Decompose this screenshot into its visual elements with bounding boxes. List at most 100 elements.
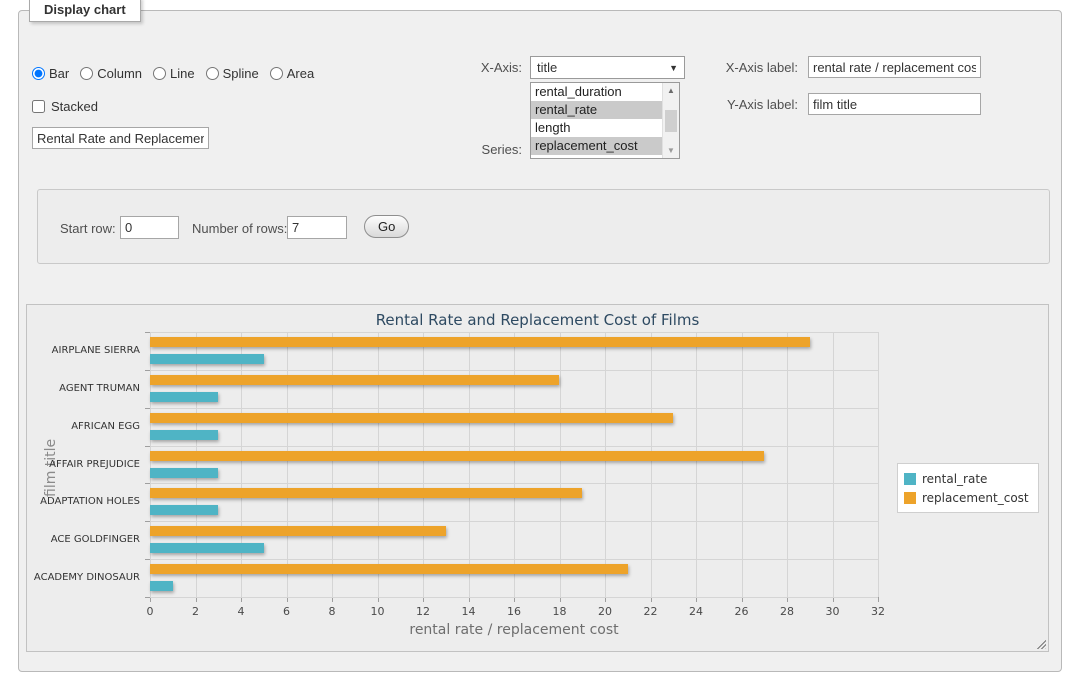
rows-panel: Start row: Number of rows: Go	[37, 189, 1050, 264]
x-tick-label: 30	[826, 605, 840, 618]
scrollbar-thumb[interactable]	[665, 110, 677, 132]
x-axis-select-label: X-Axis:	[449, 60, 522, 75]
go-button[interactable]: Go	[364, 215, 409, 238]
x-tick-label: 20	[598, 605, 612, 618]
legend-item-replacement_cost[interactable]: replacement_cost	[904, 488, 1029, 507]
x-gridline	[196, 332, 197, 597]
y-tickmark	[145, 559, 150, 560]
x-gridline	[787, 332, 788, 597]
chart-type-radios: Bar Column Line Spline Area	[32, 66, 325, 85]
y-tickmark	[145, 408, 150, 409]
bar-replacement_cost-academy-dinosaur[interactable]	[150, 564, 628, 574]
bar-rental_rate-adaptation-holes[interactable]	[150, 505, 218, 515]
series-scrollbar[interactable]: ▲ ▼	[662, 83, 679, 158]
bar-rental_rate-agent-truman[interactable]	[150, 392, 218, 402]
x-gridline	[605, 332, 606, 597]
x-axis-selected-value: title	[537, 60, 669, 75]
category-label: AFRICAN EGG	[22, 421, 140, 432]
stacked-option[interactable]: Stacked	[32, 99, 98, 114]
chart-type-option-line[interactable]: Line	[153, 66, 195, 81]
y-axis-label-label: Y-Axis label:	[706, 97, 798, 112]
category-label: AIRPLANE SIERRA	[22, 345, 140, 356]
y-gridline	[150, 408, 878, 409]
x-tick-label: 8	[329, 605, 336, 618]
x-gridline	[150, 332, 151, 597]
chart-type-option-column[interactable]: Column	[80, 66, 142, 81]
chart-type-radio-bar[interactable]	[32, 67, 45, 80]
chart-type-label-bar: Bar	[49, 66, 69, 81]
bar-rental_rate-ace-goldfinger[interactable]	[150, 543, 264, 553]
bar-replacement_cost-airplane-sierra[interactable]	[150, 337, 810, 347]
chart-type-radio-spline[interactable]	[206, 67, 219, 80]
bar-rental_rate-african-egg[interactable]	[150, 430, 218, 440]
chart-type-label-area: Area	[287, 66, 314, 81]
y-tickmark	[145, 370, 150, 371]
series-label: Series:	[449, 142, 522, 157]
series-option-length[interactable]: length	[531, 119, 662, 137]
chart-type-option-area[interactable]: Area	[270, 66, 314, 81]
bar-rental_rate-airplane-sierra[interactable]	[150, 354, 264, 364]
bar-replacement_cost-african-egg[interactable]	[150, 413, 673, 423]
x-tick-label: 14	[462, 605, 476, 618]
bar-replacement_cost-agent-truman[interactable]	[150, 375, 559, 385]
x-tick-label: 10	[371, 605, 385, 618]
bar-rental_rate-academy-dinosaur[interactable]	[150, 581, 173, 591]
x-gridline	[651, 332, 652, 597]
legend-label: rental_rate	[922, 472, 987, 486]
y-gridline	[150, 597, 878, 598]
x-gridline	[878, 332, 879, 597]
bar-rental_rate-affair-prejudice[interactable]	[150, 468, 218, 478]
chart-legend: rental_rate replacement_cost	[897, 463, 1039, 513]
category-label: AGENT TRUMAN	[22, 383, 140, 394]
legend-label: replacement_cost	[922, 491, 1029, 505]
y-gridline	[150, 483, 878, 484]
x-axis-label-input[interactable]	[808, 56, 981, 78]
bar-replacement_cost-adaptation-holes[interactable]	[150, 488, 582, 498]
legend-swatch-icon	[904, 473, 916, 485]
num-rows-input[interactable]	[287, 216, 347, 239]
y-gridline	[150, 559, 878, 560]
y-tickmark	[145, 332, 150, 333]
bar-replacement_cost-affair-prejudice[interactable]	[150, 451, 764, 461]
x-axis-select[interactable]: title ▼	[530, 56, 685, 79]
num-rows-label: Number of rows:	[192, 221, 287, 236]
x-tickmark	[878, 597, 879, 602]
category-label: ADAPTATION HOLES	[22, 496, 140, 507]
y-tickmark	[145, 483, 150, 484]
x-tick-label: 0	[147, 605, 154, 618]
x-gridline	[378, 332, 379, 597]
chart-container: Rental Rate and Replacement Cost of Film…	[26, 304, 1049, 652]
x-tick-label: 22	[644, 605, 658, 618]
x-gridline	[696, 332, 697, 597]
scrollbar-up-icon[interactable]: ▲	[663, 83, 679, 98]
chart-title-input[interactable]	[32, 127, 209, 149]
plot-area: 02468101214161820222426283032AIRPLANE SI…	[150, 332, 878, 597]
y-tickmark	[145, 597, 150, 598]
resize-handle-icon[interactable]	[1035, 638, 1046, 649]
x-gridline	[241, 332, 242, 597]
chart-type-radio-line[interactable]	[153, 67, 166, 80]
bar-replacement_cost-ace-goldfinger[interactable]	[150, 526, 446, 536]
series-option-rental_duration[interactable]: rental_duration	[531, 83, 662, 101]
y-tickmark	[145, 521, 150, 522]
chart-type-radio-column[interactable]	[80, 67, 93, 80]
scrollbar-down-icon[interactable]: ▼	[663, 143, 679, 158]
series-option-replacement_cost[interactable]: replacement_cost	[531, 137, 662, 155]
category-label: ACE GOLDFINGER	[22, 534, 140, 545]
x-tick-label: 2	[192, 605, 199, 618]
start-row-input[interactable]	[120, 216, 179, 239]
x-gridline	[560, 332, 561, 597]
display-chart-fieldset: Display chart BarColumnLineSplineArea St…	[18, 10, 1062, 672]
legend-item-rental_rate[interactable]: rental_rate	[904, 469, 1029, 488]
start-row-label: Start row:	[60, 221, 116, 236]
chart-type-radio-area[interactable]	[270, 67, 283, 80]
chart-title: Rental Rate and Replacement Cost of Film…	[27, 311, 1048, 329]
chart-type-option-spline[interactable]: Spline	[206, 66, 259, 81]
chart-type-option-bar[interactable]: Bar	[32, 66, 69, 81]
category-label: AFFAIR PREJUDICE	[22, 459, 140, 470]
stacked-checkbox[interactable]	[32, 100, 45, 113]
chevron-down-icon: ▼	[669, 63, 678, 73]
y-axis-label-input[interactable]	[808, 93, 981, 115]
series-option-rental_rate[interactable]: rental_rate	[531, 101, 662, 119]
series-listbox[interactable]: rental_durationrental_ratelengthreplacem…	[530, 82, 680, 159]
